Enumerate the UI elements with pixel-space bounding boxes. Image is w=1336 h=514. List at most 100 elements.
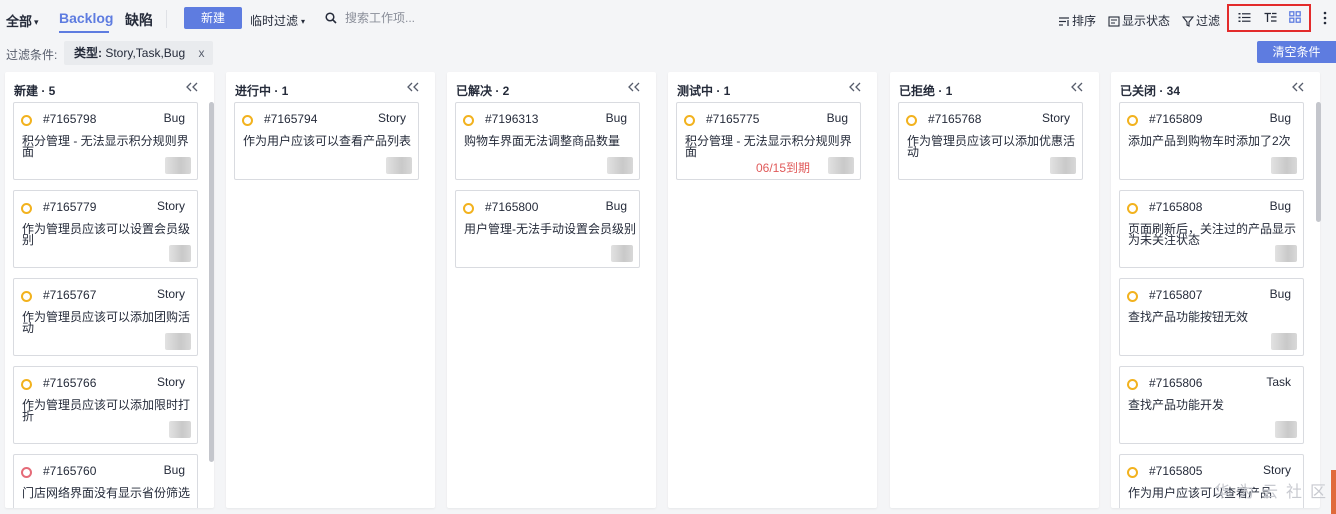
- work-item-title[interactable]: 积分管理 - 无法显示积分规则界面: [22, 135, 194, 158]
- list-view-button[interactable]: [1233, 6, 1255, 28]
- work-item-title[interactable]: 查找产品功能按钮无效: [1128, 311, 1300, 323]
- filter-chip-type[interactable]: 类型: Story,Task,Bug x: [64, 41, 213, 65]
- work-item-title[interactable]: 购物车界面无法调整商品数量: [464, 135, 636, 147]
- assignee-avatar[interactable]: [169, 245, 191, 262]
- board-view-button[interactable]: [1284, 6, 1306, 28]
- status-circle-icon[interactable]: [242, 115, 253, 126]
- tab-defects[interactable]: 缺陷: [125, 10, 153, 30]
- assignee-avatar[interactable]: [1275, 245, 1297, 262]
- work-item-card[interactable]: #7165794 Story 作为用户应该可以查看产品列表: [234, 102, 419, 180]
- status-circle-icon[interactable]: [684, 115, 695, 126]
- work-item-id[interactable]: #7165800: [485, 200, 538, 214]
- work-item-title[interactable]: 积分管理 - 无法显示积分规则界面: [685, 135, 857, 158]
- status-circle-icon[interactable]: [1127, 379, 1138, 390]
- work-item-card[interactable]: #7165760 Bug 门店网络界面没有显示省份筛选: [13, 454, 198, 508]
- work-item-id[interactable]: #7165768: [928, 112, 981, 126]
- status-circle-icon[interactable]: [1127, 203, 1138, 214]
- temp-filter-dropdown[interactable]: 临时过滤 ▾: [250, 12, 305, 29]
- status-circle-icon[interactable]: [463, 203, 474, 214]
- work-item-title[interactable]: 用户管理-无法手动设置会员级别: [464, 223, 636, 235]
- assignee-avatar[interactable]: [1271, 157, 1297, 174]
- work-item-card[interactable]: #7165809 Bug 添加产品到购物车时添加了2次: [1119, 102, 1304, 180]
- work-item-id[interactable]: #7165760: [43, 464, 96, 478]
- collapse-column-icon[interactable]: [628, 82, 640, 92]
- status-circle-icon[interactable]: [1127, 115, 1138, 126]
- collapse-column-icon[interactable]: [1292, 82, 1304, 92]
- work-item-card[interactable]: #7165779 Story 作为管理员应该可以设置会员级别: [13, 190, 198, 268]
- work-item-card[interactable]: #7165775 Bug 积分管理 - 无法显示积分规则界面 06/15到期: [676, 102, 861, 180]
- work-item-title[interactable]: 作为管理员应该可以添加团购活动: [22, 311, 194, 334]
- chip-close-icon[interactable]: x: [199, 46, 205, 60]
- work-item-title[interactable]: 作为用户应该可以查看产品列表: [243, 135, 415, 147]
- work-item-id[interactable]: #7165805: [1149, 464, 1202, 478]
- assignee-avatar[interactable]: [828, 157, 854, 174]
- work-item-id[interactable]: #7165779: [43, 200, 96, 214]
- column-scrollbar[interactable]: [1316, 102, 1321, 222]
- more-vertical-icon[interactable]: [1321, 10, 1329, 26]
- assignee-avatar[interactable]: [1275, 421, 1297, 438]
- status-circle-icon[interactable]: [21, 115, 32, 126]
- work-item-card[interactable]: #7165798 Bug 积分管理 - 无法显示积分规则界面: [13, 102, 198, 180]
- kanban-column: 已解决 · 2 #7196313 Bug 购物车界面无法调整商品数量 #7165800 B…: [447, 72, 656, 508]
- column-scrollbar[interactable]: [209, 102, 214, 462]
- work-item-title[interactable]: 门店网络界面没有显示省份筛选: [22, 487, 194, 499]
- work-item-id[interactable]: #7165809: [1149, 112, 1202, 126]
- work-item-id[interactable]: #7165806: [1149, 376, 1202, 390]
- work-item-card[interactable]: #7165806 Task 查找产品功能开发: [1119, 366, 1304, 444]
- work-item-id[interactable]: #7165798: [43, 112, 96, 126]
- new-button[interactable]: 新建: [184, 7, 242, 29]
- work-item-id[interactable]: #7165767: [43, 288, 96, 302]
- work-item-card[interactable]: #7165767 Story 作为管理员应该可以添加团购活动: [13, 278, 198, 356]
- sort-button[interactable]: 排序: [1058, 12, 1096, 29]
- column-title: 测试中 · 1: [677, 84, 731, 98]
- status-circle-icon[interactable]: [21, 379, 32, 390]
- work-item-title[interactable]: 查找产品功能开发: [1128, 399, 1300, 411]
- assignee-avatar[interactable]: [611, 245, 633, 262]
- search-input[interactable]: [345, 8, 505, 28]
- status-circle-icon[interactable]: [1127, 467, 1138, 478]
- assignee-avatar[interactable]: [169, 421, 191, 438]
- tab-backlog[interactable]: Backlog: [59, 10, 113, 26]
- tree-view-button[interactable]: [1259, 6, 1281, 28]
- work-item-id[interactable]: #7165794: [264, 112, 317, 126]
- display-status-button[interactable]: 显示状态: [1108, 12, 1170, 29]
- work-item-title[interactable]: 作为管理员应该可以添加优惠活动: [907, 135, 1079, 158]
- work-item-id[interactable]: #7165775: [706, 112, 759, 126]
- collapse-column-icon[interactable]: [407, 82, 419, 92]
- status-circle-icon[interactable]: [463, 115, 474, 126]
- collapse-column-icon[interactable]: [849, 82, 861, 92]
- work-item-title[interactable]: 作为管理员应该可以添加限时打折: [22, 399, 194, 422]
- work-item-title[interactable]: 作为管理员应该可以设置会员级别: [22, 223, 194, 246]
- status-circle-icon[interactable]: [21, 291, 32, 302]
- status-circle-icon[interactable]: [1127, 291, 1138, 302]
- collapse-column-icon[interactable]: [1071, 82, 1083, 92]
- work-item-card[interactable]: #7165768 Story 作为管理员应该可以添加优惠活动: [898, 102, 1083, 180]
- work-item-id[interactable]: #7196313: [485, 112, 538, 126]
- status-circle-icon[interactable]: [906, 115, 917, 126]
- sort-icon: [1059, 17, 1069, 26]
- work-item-card[interactable]: #7165807 Bug 查找产品功能按钮无效: [1119, 278, 1304, 356]
- work-item-id[interactable]: #7165766: [43, 376, 96, 390]
- assignee-avatar[interactable]: [607, 157, 633, 174]
- work-item-title[interactable]: 页面刷新后，关注过的产品显示为未关注状态: [1128, 223, 1300, 246]
- assignee-avatar[interactable]: [165, 333, 191, 350]
- status-circle-icon[interactable]: [21, 203, 32, 214]
- assignee-avatar[interactable]: [1050, 157, 1076, 174]
- work-item-card[interactable]: #7165766 Story 作为管理员应该可以添加限时打折: [13, 366, 198, 444]
- work-item-type: Story: [377, 111, 406, 125]
- clear-conditions-button[interactable]: 清空条件: [1257, 41, 1336, 63]
- assignee-avatar[interactable]: [165, 157, 191, 174]
- work-item-card[interactable]: #7196313 Bug 购物车界面无法调整商品数量: [455, 102, 640, 180]
- status-circle-icon[interactable]: [21, 467, 32, 478]
- assignee-avatar[interactable]: [1271, 333, 1297, 350]
- collapse-column-icon[interactable]: [186, 82, 198, 92]
- work-item-card[interactable]: #7165808 Bug 页面刷新后，关注过的产品显示为未关注状态: [1119, 190, 1304, 268]
- work-item-id[interactable]: #7165808: [1149, 200, 1202, 214]
- scope-dropdown[interactable]: 全部 ▾: [6, 11, 39, 30]
- work-item-id[interactable]: #7165807: [1149, 288, 1202, 302]
- assignee-avatar[interactable]: [386, 157, 412, 174]
- work-item-title[interactable]: 添加产品到购物车时添加了2次: [1128, 135, 1300, 147]
- filter-button[interactable]: 过滤: [1181, 12, 1220, 29]
- work-item-card[interactable]: #7165800 Bug 用户管理-无法手动设置会员级别: [455, 190, 640, 268]
- scope-label: 全部: [6, 14, 33, 29]
